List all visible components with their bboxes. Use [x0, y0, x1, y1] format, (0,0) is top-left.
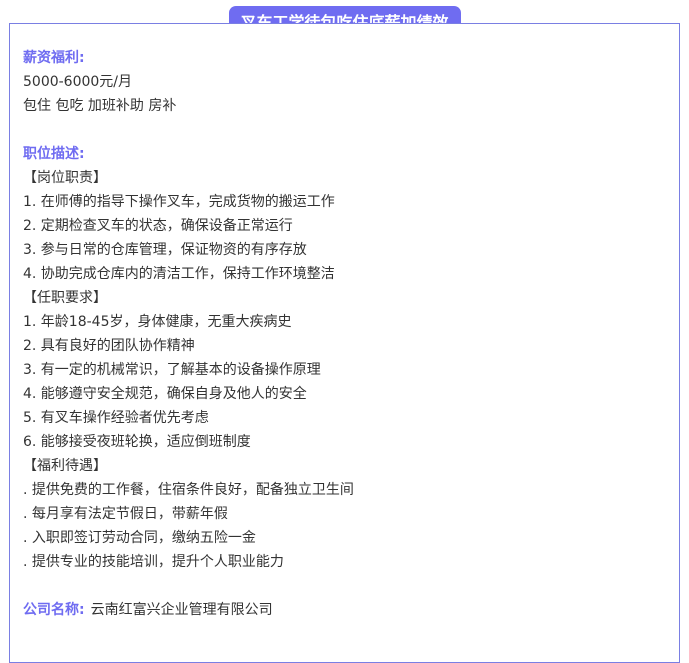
requirement-item: 5. 有叉车操作经验者优先考虑: [23, 410, 209, 426]
requirement-item: 3. 有一定的机械常识，了解基本的设备操作原理: [23, 362, 321, 378]
salary-range: 5000-6000元/月: [23, 74, 133, 90]
section-heading-duties: 【岗位职责】: [23, 170, 107, 186]
description-label: 职位描述:: [23, 146, 85, 162]
section-heading-requirements: 【任职要求】: [23, 290, 107, 306]
requirement-item: 2. 具有良好的团队协作精神: [23, 338, 195, 354]
requirement-item: 6. 能够接受夜班轮换，适应倒班制度: [23, 434, 251, 450]
company-name: 云南红富兴企业管理有限公司: [90, 602, 273, 618]
requirement-item: 1. 年龄18-45岁，身体健康，无重大疾病史: [23, 314, 292, 330]
salary-label: 薪资福利:: [23, 50, 85, 66]
requirement-item: 4. 能够遵守安全规范，确保自身及他人的安全: [23, 386, 307, 402]
benefit-item: . 每月享有法定节假日，带薪年假: [23, 506, 228, 522]
company-label: 公司名称:: [23, 602, 85, 618]
company-row: 公司名称: 云南红富兴企业管理有限公司: [23, 598, 663, 622]
job-card: 薪资福利: 5000-6000元/月 包住 包吃 加班补助 房补 职位描述: 【…: [9, 23, 680, 663]
duty-item: 4. 协助完成仓库内的清洁工作，保持工作环境整洁: [23, 266, 335, 282]
benefit-item: . 提供免费的工作餐，住宿条件良好，配备独立卫生间: [23, 482, 354, 498]
duty-item: 3. 参与日常的仓库管理，保证物资的有序存放: [23, 242, 307, 258]
benefit-item: . 入职即签订劳动合同，缴纳五险一金: [23, 530, 256, 546]
benefit-item: . 提供专业的技能培训，提升个人职业能力: [23, 554, 284, 570]
job-content: 薪资福利: 5000-6000元/月 包住 包吃 加班补助 房补 职位描述: 【…: [23, 46, 663, 622]
duty-item: 1. 在师傅的指导下操作叉车，完成货物的搬运工作: [23, 194, 335, 210]
section-heading-benefits: 【福利待遇】: [23, 458, 107, 474]
salary-perks: 包住 包吃 加班补助 房补: [23, 98, 177, 114]
duty-item: 2. 定期检查叉车的状态，确保设备正常运行: [23, 218, 293, 234]
